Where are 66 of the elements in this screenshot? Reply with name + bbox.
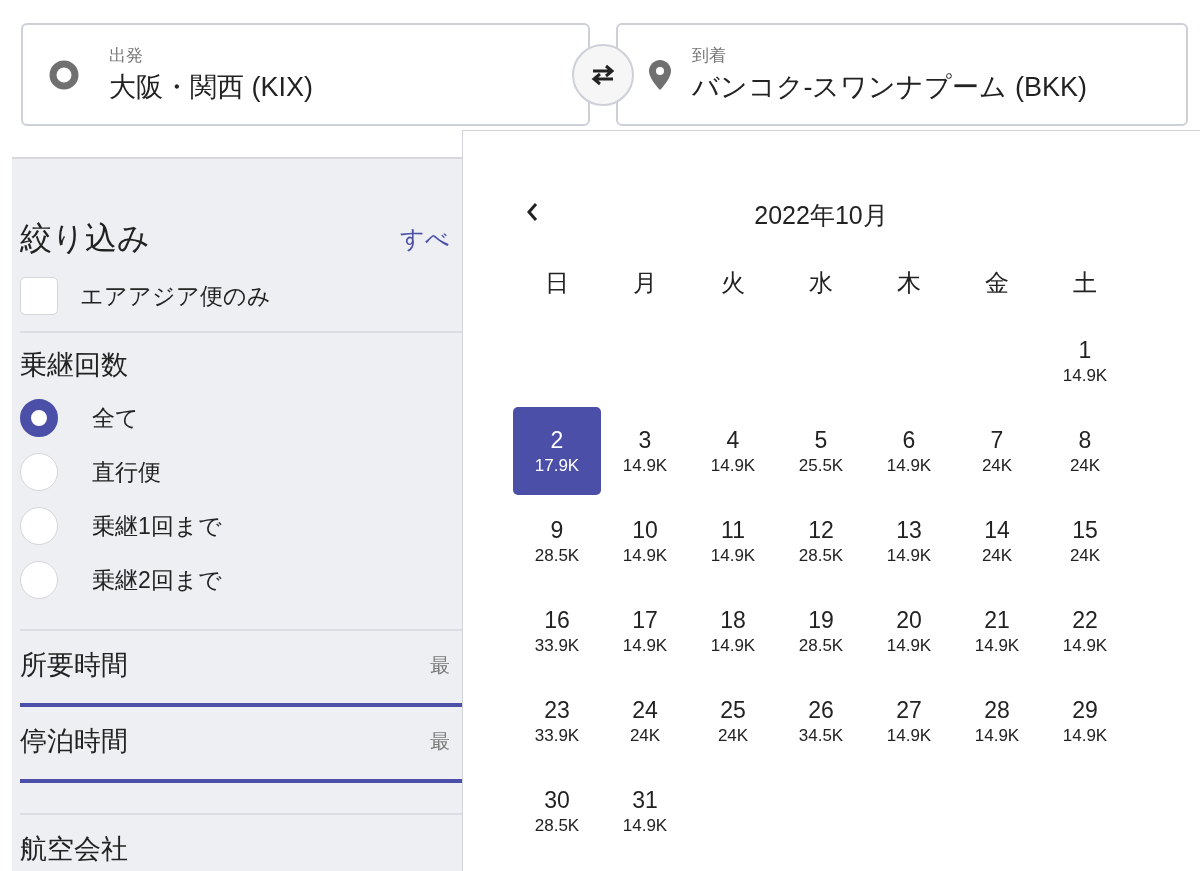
calendar-day[interactable]: 13 14.9K	[865, 497, 953, 585]
calendar-day[interactable]: 1 14.9K	[1041, 317, 1129, 405]
checkbox[interactable]	[20, 277, 58, 315]
chevron-left-icon	[525, 201, 539, 223]
previous-month-button[interactable]	[525, 201, 539, 223]
calendar-day[interactable]: 4 14.9K	[689, 407, 777, 495]
field-value: バンコク-スワンナプーム (BKK)	[691, 71, 1087, 104]
calendar-day[interactable]: 22 14.9K	[1041, 587, 1129, 675]
weekday-label: 金	[984, 268, 1010, 298]
calendar-day[interactable]: 19 28.5K	[777, 587, 865, 675]
month-title: 2022年10月	[754, 199, 888, 231]
calendar-day[interactable]: 20 14.9K	[865, 587, 953, 675]
calendar-day[interactable]: 9 28.5K	[513, 497, 601, 585]
calendar-day[interactable]: 17 14.9K	[601, 587, 689, 675]
section-title: 乗継回数	[20, 349, 129, 382]
origin-field[interactable]: 出発 大阪・関西 (KIX)	[21, 23, 590, 126]
range-value: 最	[430, 652, 450, 678]
radio-button[interactable]	[20, 399, 58, 437]
field-label: 出発	[109, 45, 144, 67]
field-value: 大阪・関西 (KIX)	[109, 71, 313, 104]
calendar-day[interactable]: 24 24K	[601, 677, 689, 765]
calendar-day[interactable]: 10 14.9K	[601, 497, 689, 585]
calendar-day[interactable]: 16 33.9K	[513, 587, 601, 675]
calendar-day[interactable]: 11 14.9K	[689, 497, 777, 585]
radio-label: 乗継2回まで	[92, 565, 222, 595]
destination-field[interactable]: 到着 バンコク-スワンナプーム (BKK)	[615, 23, 1188, 126]
circle-icon	[49, 59, 79, 90]
calendar-day[interactable]: 31 14.9K	[601, 767, 689, 855]
field-label: 到着	[691, 45, 727, 67]
section-title: 停泊時間	[20, 725, 128, 758]
calendar-day[interactable]: 30 28.5K	[513, 767, 601, 855]
section-title: 航空会社	[20, 833, 129, 866]
radio-label: 直行便	[92, 457, 161, 487]
calendar-day[interactable]: 21 14.9K	[953, 587, 1041, 675]
calendar-day[interactable]: 2 17.9K	[513, 407, 601, 495]
section-title: 所要時間	[20, 649, 128, 682]
filter-title: 絞り込み	[20, 219, 150, 258]
calendar-day[interactable]: 29 14.9K	[1041, 677, 1129, 765]
checkbox-label: エアアジア便のみ	[80, 281, 271, 311]
weekday-label: 日	[544, 268, 570, 298]
calendar-day[interactable]: 6 14.9K	[865, 407, 953, 495]
calendar-day[interactable]: 18 14.9K	[689, 587, 777, 675]
calendar-day[interactable]: 15 24K	[1041, 497, 1129, 585]
weekday-label: 火	[720, 268, 746, 298]
range-value: 最	[430, 728, 450, 754]
calendar-day[interactable]: 25 24K	[689, 677, 777, 765]
slider-fill[interactable]	[20, 703, 462, 707]
location-pin-icon	[647, 58, 672, 91]
calendar-day[interactable]: 7 24K	[953, 407, 1041, 495]
calendar-day[interactable]: 14 24K	[953, 497, 1041, 585]
calendar-day[interactable]: 26 34.5K	[777, 677, 865, 765]
radio-label: 全て	[92, 403, 139, 433]
calendar-day[interactable]: 8 24K	[1041, 407, 1129, 495]
weekday-label: 木	[896, 268, 922, 298]
calendar-day[interactable]: 27 14.9K	[865, 677, 953, 765]
weekday-label: 水	[808, 268, 834, 298]
calendar-day[interactable]: 3 14.9K	[601, 407, 689, 495]
clear-all-link[interactable]: すべ	[400, 223, 450, 255]
calendar-day[interactable]: 5 25.5K	[777, 407, 865, 495]
calendar-day[interactable]: 23 33.9K	[513, 677, 601, 765]
weekday-label: 土	[1072, 268, 1098, 298]
calendar-day[interactable]: 12 28.5K	[777, 497, 865, 585]
weekday-label: 月	[632, 268, 658, 298]
radio-label: 乗継1回まで	[92, 511, 222, 541]
slider-fill[interactable]	[20, 779, 462, 783]
calendar-day[interactable]: 28 14.9K	[953, 677, 1041, 765]
